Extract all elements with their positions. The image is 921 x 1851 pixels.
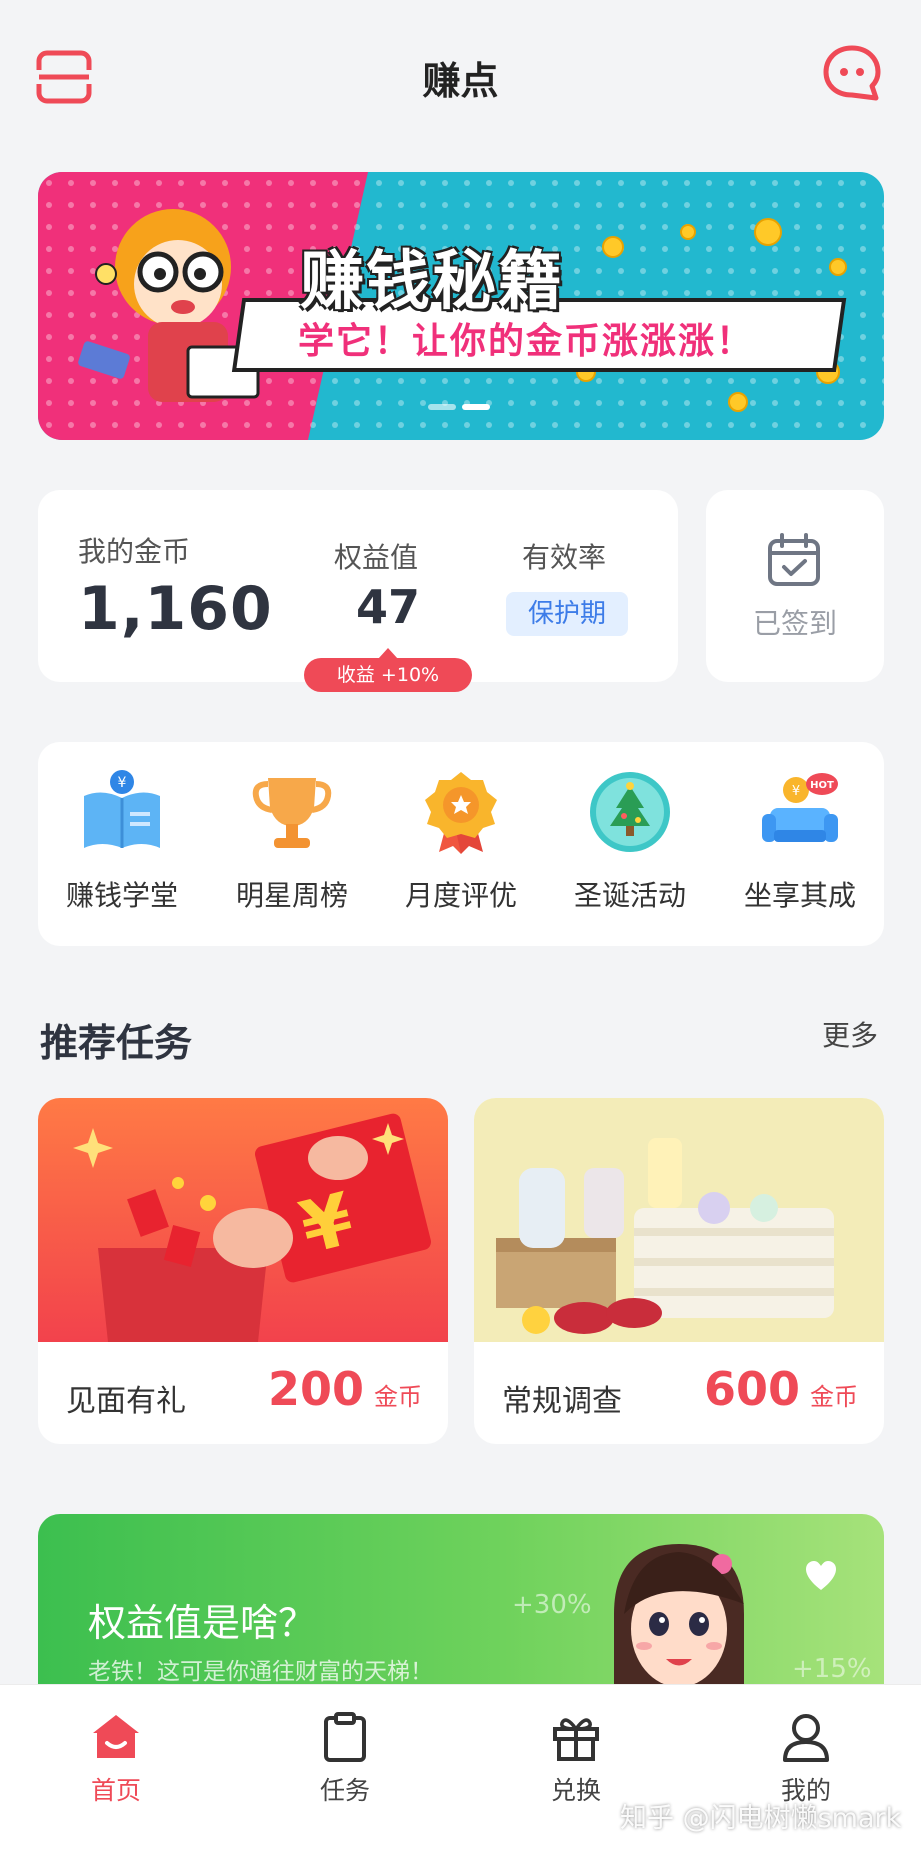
equity-label: 权益值 (334, 541, 419, 574)
promo-title: 权益值是啥？ (88, 1601, 317, 1645)
shortcut-grid: ¥ 赚钱学堂 明星周榜 月度评优 圣诞活动 ¥ HOT 坐享其成 (38, 742, 884, 946)
shortcut-label: 赚钱学堂 (65, 879, 178, 912)
medal-icon (425, 772, 497, 854)
promo-banner[interactable]: 赚钱秘籍 学它！让你的金币涨涨涨！ (38, 172, 884, 440)
svg-text:¥: ¥ (118, 775, 127, 791)
top-bar: 赚点 (0, 0, 921, 150)
page-title: 赚点 (422, 59, 499, 103)
nav-tasks[interactable]: 任务 (265, 1711, 425, 1831)
coins-label: 我的金币 (78, 535, 191, 568)
gain-pill: 收益 +10% (304, 648, 472, 692)
task-reward-unit: 金币 (374, 1383, 422, 1411)
shortcut-label: 月度评优 (404, 879, 517, 912)
shortcut-star-weekly[interactable]: 明星周榜 (208, 768, 376, 928)
calendar-check-icon (768, 533, 820, 586)
task-reward: 200 金币 (268, 1362, 422, 1416)
shortcut-label: 圣诞活动 (573, 879, 686, 912)
shortcut-christmas-event[interactable]: 圣诞活动 (546, 768, 714, 928)
shortcut-label: 明星周榜 (235, 879, 348, 912)
task-name: 见面有礼 (66, 1384, 186, 1419)
gift-icon (553, 1718, 599, 1761)
trophy-icon (252, 778, 332, 848)
task-card-welcome[interactable]: ¥ 见面有礼 200 金币 (38, 1098, 448, 1444)
signin-card[interactable]: 已签到 (706, 490, 884, 682)
efficiency-label: 有效率 (522, 541, 607, 574)
banner-headline: 赚钱秘籍 (300, 245, 564, 319)
shortcut-monthly-award[interactable]: 月度评优 (377, 768, 545, 928)
red-envelope-illustration: ¥ (38, 1098, 448, 1342)
nav-home[interactable]: 首页 (36, 1711, 196, 1831)
task-reward-value: 600 (703, 1362, 800, 1416)
baby-products-illustration (474, 1098, 884, 1342)
coins-value: 1,160 (78, 574, 273, 644)
banner-subline: 学它！让你的金币涨涨涨！ (298, 321, 755, 362)
heart-icon (806, 1561, 836, 1590)
signin-label: 已签到 (752, 607, 837, 640)
nav-label: 任务 (319, 1776, 370, 1805)
message-bubble-icon[interactable] (822, 44, 882, 102)
promo-subtitle: 老铁！这可是你通往财富的天梯！ (88, 1659, 433, 1685)
nav-label: 首页 (90, 1776, 141, 1805)
svg-text:HOT: HOT (810, 780, 834, 791)
user-icon (783, 1714, 829, 1762)
shortcut-money-school[interactable]: ¥ 赚钱学堂 (38, 768, 206, 928)
task-card-survey[interactable]: 常规调查 600 金币 (474, 1098, 884, 1444)
task-reward-unit: 金币 (810, 1383, 858, 1411)
christmas-tree-icon (590, 772, 670, 852)
task-name: 常规调查 (502, 1384, 622, 1419)
watermark: 知乎 @闪电树懒smark (620, 1803, 902, 1834)
clipboard-icon (324, 1712, 366, 1762)
coin-stats-card[interactable]: 我的金币 1,160 权益值 47 有效率 保护期 收益 +10% (38, 490, 678, 692)
promo-tag-15: +15% (792, 1654, 872, 1684)
svg-text:¥: ¥ (792, 784, 800, 799)
shortcut-label: 坐享其成 (743, 879, 856, 912)
equity-value: 47 (356, 580, 421, 634)
efficiency-badge: 保护期 (506, 592, 628, 636)
task-reward: 600 金币 (704, 1362, 858, 1416)
section-title: 推荐任务 (40, 1021, 193, 1065)
book-coin-icon: ¥ (84, 770, 160, 848)
sofa-hot-icon: ¥ HOT (762, 773, 838, 842)
home-icon (93, 1715, 139, 1758)
promo-tag-30: +30% (512, 1590, 592, 1620)
shortcut-sit-and-earn[interactable]: ¥ HOT 坐享其成 (716, 768, 884, 928)
task-reward-value: 200 (267, 1362, 364, 1416)
more-link[interactable]: 更多 (822, 1014, 878, 1054)
